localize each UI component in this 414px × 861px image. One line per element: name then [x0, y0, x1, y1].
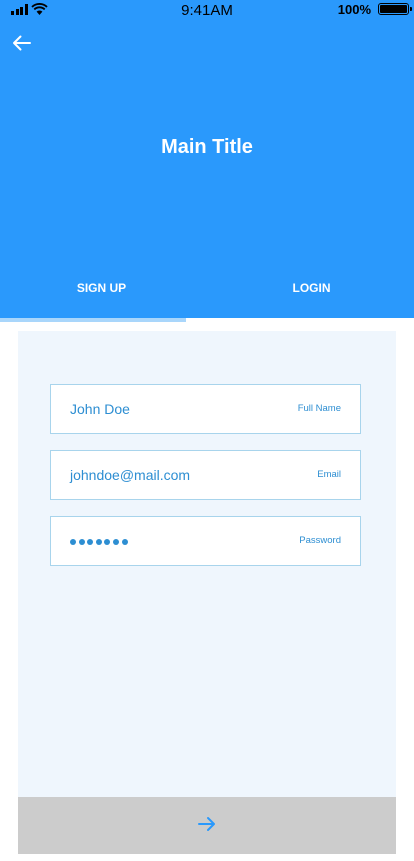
- email-label: Email: [317, 469, 341, 480]
- arrow-right-icon: [198, 817, 215, 831]
- page-title: Main Title: [161, 136, 253, 158]
- full-name-field[interactable]: John Doe Full Name: [50, 384, 361, 434]
- header: 9:41AM 100% Main Title SIGN UP LOGIN: [0, 0, 414, 318]
- arrow-left-icon: [13, 35, 31, 51]
- email-value: johndoe@mail.com: [70, 467, 191, 483]
- battery-icon: [378, 3, 412, 15]
- tab-sign-up[interactable]: SIGN UP: [0, 272, 205, 304]
- tab-login[interactable]: LOGIN: [208, 272, 414, 304]
- password-label: Password: [299, 535, 341, 546]
- submit-button[interactable]: [18, 797, 396, 854]
- status-bar: 9:41AM 100%: [0, 0, 414, 22]
- email-field[interactable]: johndoe@mail.com Email: [50, 450, 361, 500]
- back-button[interactable]: [8, 30, 36, 58]
- password-field[interactable]: Password: [50, 516, 361, 566]
- full-name-label: Full Name: [297, 403, 341, 414]
- battery-percent: 100%: [337, 2, 371, 17]
- full-name-value: John Doe: [70, 401, 130, 417]
- password-masked-value: [70, 539, 128, 545]
- active-tab-indicator: [0, 318, 186, 322]
